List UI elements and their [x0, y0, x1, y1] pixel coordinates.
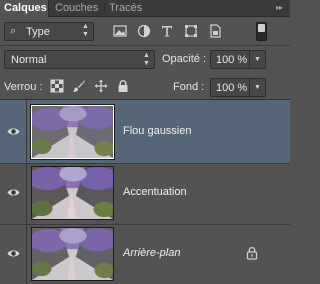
lock-icon: [246, 246, 258, 260]
tab-traces[interactable]: Tracés: [109, 0, 142, 17]
layer-row-accentuation[interactable]: Accentuation: [0, 161, 290, 225]
shape-filter-icon[interactable]: [184, 24, 198, 38]
layer-row-arriere-plan[interactable]: Arrière-plan: [0, 222, 290, 284]
filter-toggle-switch[interactable]: [256, 22, 267, 41]
layer-thumbnail[interactable]: [31, 166, 114, 220]
fill-label: Fond :: [173, 81, 205, 93]
layer-row-flou-gaussien[interactable]: Flou gaussien: [0, 100, 290, 164]
eye-icon[interactable]: [7, 247, 20, 260]
tab-separator: [104, 3, 105, 14]
lock-pixels-icon[interactable]: [50, 79, 64, 93]
layer-thumbnail[interactable]: [31, 227, 114, 281]
select-arrows-icon: ▲ ▼: [143, 52, 150, 67]
tab-couches[interactable]: Couches: [55, 0, 98, 17]
visibility-column: [0, 161, 27, 224]
blend-mode-value: Normal: [11, 54, 47, 66]
lock-brush-icon[interactable]: [72, 79, 86, 93]
panel-tab-bar: Calques Couches Tracés ▸▸: [0, 0, 290, 17]
image-filter-icon[interactable]: [113, 24, 127, 38]
opacity-field[interactable]: 100 % ▼: [210, 50, 266, 69]
type-filter-icon[interactable]: [160, 24, 174, 38]
layer-thumbnail[interactable]: [30, 104, 115, 160]
lock-all-icon[interactable]: [116, 79, 130, 93]
layer-name[interactable]: Arrière-plan: [123, 247, 180, 259]
toggle-knob: [258, 24, 265, 32]
select-arrows-icon: ▲ ▼: [82, 23, 89, 38]
eye-icon[interactable]: [7, 125, 20, 138]
search-icon: ⌕: [10, 25, 17, 37]
lock-position-icon[interactable]: [94, 79, 108, 93]
lock-label: Verrou :: [4, 81, 43, 93]
fill-value: 100 %: [216, 82, 248, 94]
layers-list: Flou gaussien Accentuation Arrière-plan: [0, 100, 290, 284]
visibility-column: [0, 222, 27, 284]
panel-collapse-icon[interactable]: ▸▸: [276, 3, 283, 12]
filter-type-label: Type: [26, 26, 50, 38]
chevron-down-icon[interactable]: ▼: [249, 79, 265, 96]
smart-object-filter-icon[interactable]: [208, 24, 222, 38]
blend-mode-select[interactable]: Normal ▲ ▼: [4, 50, 155, 69]
layer-name[interactable]: Accentuation: [123, 186, 187, 198]
opacity-value: 100 %: [216, 54, 248, 66]
eye-icon[interactable]: [7, 186, 20, 199]
opacity-label: Opacité :: [162, 53, 207, 65]
visibility-column: [0, 100, 27, 163]
chevron-down-icon[interactable]: ▼: [249, 51, 265, 68]
adjustment-filter-icon[interactable]: [137, 24, 151, 38]
tab-calques[interactable]: Calques: [0, 0, 49, 17]
layer-filter-select[interactable]: ⌕ Type ▲ ▼: [4, 22, 94, 41]
fill-field[interactable]: 100 % ▼: [210, 78, 266, 97]
layer-name[interactable]: Flou gaussien: [123, 125, 192, 137]
divider: [0, 45, 290, 46]
